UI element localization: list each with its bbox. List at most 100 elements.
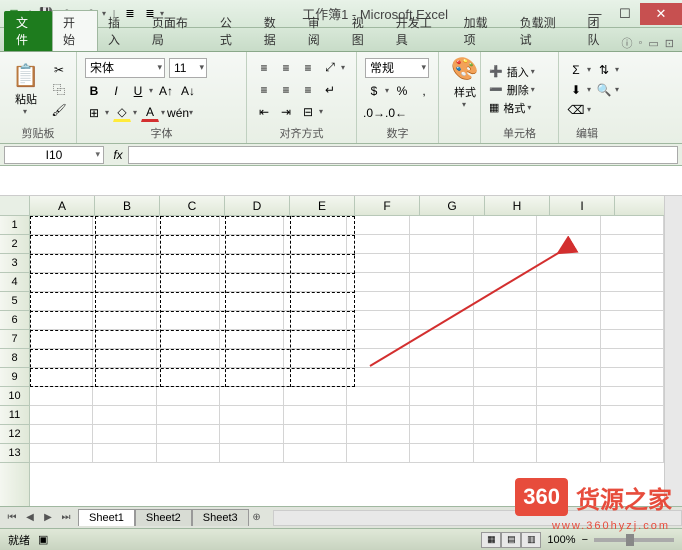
vertical-scrollbar[interactable] [664,196,682,506]
align-right-icon[interactable]: ≡ [299,81,317,99]
align-left-icon[interactable]: ≡ [255,81,273,99]
row-header[interactable]: 7 [0,330,29,349]
align-bottom-icon[interactable]: ≡ [299,59,317,77]
ribbon-expand-icon[interactable]: ⊡ [665,37,674,50]
clear-icon[interactable]: ⌫ [567,101,585,119]
col-header[interactable]: I [550,196,615,215]
row-header[interactable]: 9 [0,368,29,387]
tab-developer[interactable]: 开发工具 [386,11,454,51]
page-break-view-icon[interactable]: ▥ [521,532,541,548]
wrap-text-icon[interactable]: ↵ [321,81,339,99]
copy-icon[interactable]: ⿻ [50,81,68,99]
cut-icon[interactable]: ✂ [50,61,68,79]
find-icon[interactable]: 🔍 [595,81,613,99]
tab-data[interactable]: 数据 [254,11,298,51]
align-center-icon[interactable]: ≡ [277,81,295,99]
align-middle-icon[interactable]: ≡ [277,59,295,77]
tab-addins[interactable]: 加载项 [454,11,510,51]
orientation-icon[interactable]: ⤢ [321,59,339,77]
select-all-corner[interactable] [0,196,30,216]
font-name-combo[interactable]: 宋体 [85,58,165,78]
tab-view[interactable]: 视图 [342,11,386,51]
autosum-icon[interactable]: Σ [567,61,585,79]
tab-formulas[interactable]: 公式 [210,11,254,51]
align-top-icon[interactable]: ≡ [255,59,273,77]
row-header[interactable]: 8 [0,349,29,368]
tab-home[interactable]: 开始 [52,10,98,51]
row-header[interactable]: 1 [0,216,29,235]
format-painter-icon[interactable]: 🖌 [50,101,68,119]
sheet-tab[interactable]: Sheet3 [192,509,249,526]
increase-decimal-icon[interactable]: .0→ [365,104,383,122]
next-sheet-icon[interactable]: ▶ [40,512,56,523]
bold-button[interactable]: B [85,82,103,100]
sheet-tab[interactable]: Sheet2 [135,509,192,526]
fx-button[interactable]: fx [108,148,128,162]
name-box[interactable]: I10 [4,146,104,164]
percent-icon[interactable]: % [393,82,411,100]
row-header[interactable]: 12 [0,425,29,444]
close-button[interactable]: ✕ [640,3,682,25]
phonetic-icon[interactable]: wén [169,104,187,122]
decrease-font-icon[interactable]: A↓ [179,82,197,100]
ribbon-option-icon[interactable]: ▭ [648,37,658,50]
font-size-combo[interactable]: 11 [169,58,207,78]
sheet-tab[interactable]: Sheet1 [78,509,135,526]
file-tab[interactable]: 文件 [4,11,52,51]
col-header[interactable]: E [290,196,355,215]
sort-icon[interactable]: ⇅ [595,61,613,79]
merge-icon[interactable]: ⊟ [299,103,317,121]
format-cells-button[interactable]: ▦格式▾ [489,100,535,116]
zoom-out-icon[interactable]: − [582,534,588,546]
increase-indent-icon[interactable]: ⇥ [277,103,295,121]
tab-loadtest[interactable]: 负载测试 [510,11,578,51]
minimize-ribbon-icon[interactable]: ⓘ [621,35,632,51]
zoom-slider[interactable] [594,538,674,542]
italic-button[interactable]: I [107,82,125,100]
font-color-icon[interactable]: A [141,104,159,122]
col-header[interactable]: C [160,196,225,215]
delete-cells-button[interactable]: ➖删除▾ [489,82,535,98]
new-sheet-icon[interactable]: ⊕ [249,512,265,523]
tab-layout[interactable]: 页面布局 [142,11,210,51]
col-header[interactable]: A [30,196,95,215]
insert-cells-button[interactable]: ➕插入▾ [489,64,535,80]
row-header[interactable]: 10 [0,387,29,406]
col-header[interactable]: H [485,196,550,215]
col-header[interactable]: F [355,196,420,215]
normal-view-icon[interactable]: ▦ [481,532,501,548]
increase-font-icon[interactable]: A↑ [157,82,175,100]
first-sheet-icon[interactable]: ⏮ [4,512,20,523]
help-icon[interactable]: ◦ [638,37,642,49]
fill-icon[interactable]: ⬇ [567,81,585,99]
currency-icon[interactable]: $ [365,82,383,100]
cell-grid[interactable] [30,216,664,506]
col-header[interactable]: B [95,196,160,215]
col-header[interactable]: G [420,196,485,215]
row-header[interactable]: 13 [0,444,29,463]
row-header[interactable]: 4 [0,273,29,292]
tab-review[interactable]: 审阅 [298,11,342,51]
col-header[interactable]: D [225,196,290,215]
row-header[interactable]: 5 [0,292,29,311]
decrease-decimal-icon[interactable]: .0← [387,104,405,122]
decrease-indent-icon[interactable]: ⇤ [255,103,273,121]
formula-input[interactable] [128,146,678,164]
paste-button[interactable]: 📋 粘贴 ▾ [8,56,44,123]
prev-sheet-icon[interactable]: ◀ [22,512,38,523]
zoom-level[interactable]: 100% [547,534,575,546]
comma-icon[interactable]: , [415,82,433,100]
page-layout-view-icon[interactable]: ▤ [501,532,521,548]
styles-button[interactable]: 🎨 样式 ▾ [447,56,483,109]
last-sheet-icon[interactable]: ⏭ [58,512,74,523]
underline-button[interactable]: U [129,82,147,100]
border-icon[interactable]: ⊞ [85,104,103,122]
row-header[interactable]: 2 [0,235,29,254]
tab-team[interactable]: 团队 [578,11,622,51]
number-format-combo[interactable]: 常规 [365,58,429,78]
row-header[interactable]: 11 [0,406,29,425]
tab-insert[interactable]: 插入 [98,11,142,51]
row-header[interactable]: 3 [0,254,29,273]
row-header[interactable]: 6 [0,311,29,330]
macro-record-icon[interactable]: ▣ [38,533,48,546]
